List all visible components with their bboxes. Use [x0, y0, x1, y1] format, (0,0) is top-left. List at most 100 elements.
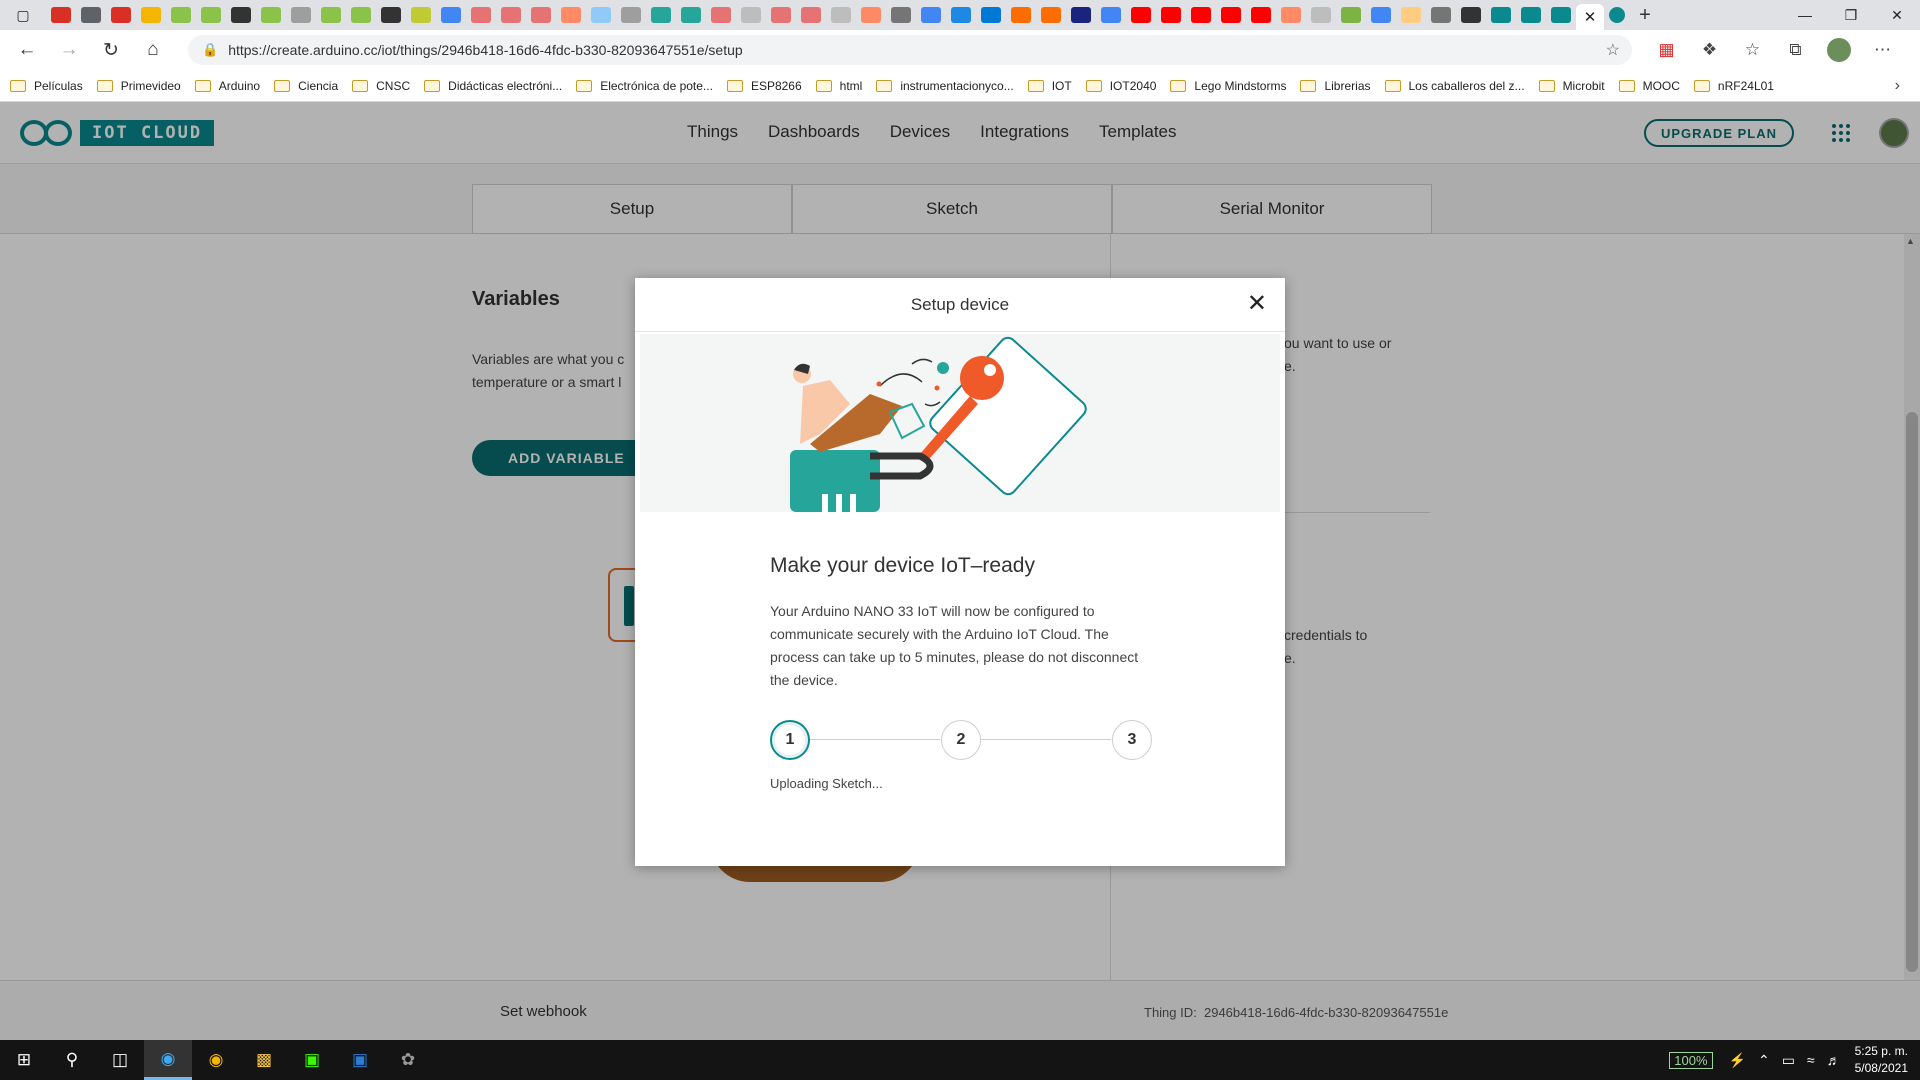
tab-favicon-icon[interactable] [681, 7, 701, 23]
tab-favicon-icon[interactable] [1401, 7, 1421, 23]
tab-favicon-icon[interactable] [1221, 7, 1241, 23]
tab-favicon-icon[interactable] [1191, 7, 1211, 23]
arduino-tab-favicon[interactable] [1609, 7, 1625, 23]
collections-icon[interactable]: ⧉ [1774, 30, 1817, 70]
battery-indicator[interactable]: 100% [1669, 1051, 1713, 1069]
url-field[interactable]: 🔒 https://create.arduino.cc/iot/things/2… [188, 35, 1632, 65]
tab-favicon-icon[interactable] [1311, 7, 1331, 23]
file-explorer-icon[interactable]: ▩ [240, 1040, 288, 1080]
app-icon[interactable]: ✿ [384, 1040, 432, 1080]
bookmark-folder[interactable]: IOT2040 [1085, 79, 1156, 93]
tab-favicon-icon[interactable] [111, 7, 131, 23]
reload-icon[interactable]: ↻ [90, 30, 132, 70]
close-icon[interactable]: ✕ [1247, 292, 1267, 316]
tab-favicon-icon[interactable] [1041, 7, 1061, 23]
restore-icon[interactable]: ❐ [1828, 0, 1874, 30]
tab-favicon-icon[interactable] [591, 7, 611, 23]
tab-favicon-icon[interactable] [501, 7, 521, 23]
tab-favicon-icon[interactable] [1341, 7, 1361, 23]
menu-icon[interactable]: ⋯ [1861, 30, 1904, 70]
extension-icon[interactable]: ▦ [1645, 30, 1688, 70]
profile-avatar[interactable] [1827, 38, 1851, 62]
tab-favicon-icon[interactable] [51, 7, 71, 23]
bookmark-folder[interactable]: Didácticas electróni... [424, 79, 562, 93]
new-tab-button[interactable]: + [1630, 4, 1660, 27]
battery-icon[interactable]: ▭ [1782, 1052, 1795, 1069]
tab-favicon-icon[interactable] [1461, 7, 1481, 23]
tab-favicon-icon[interactable] [201, 7, 221, 23]
windows-start-icon[interactable]: ⊞ [0, 1040, 48, 1080]
tray-expand-icon[interactable]: ⌃ [1758, 1052, 1770, 1069]
forward-icon[interactable]: → [48, 30, 90, 70]
tab-favicon-icon[interactable] [381, 7, 401, 23]
home-icon[interactable]: ⌂ [132, 30, 174, 70]
bookmark-folder[interactable]: Arduino [194, 79, 260, 93]
bookmark-folder[interactable]: MOOC [1618, 79, 1680, 93]
edge-browser-icon[interactable]: ◉ [144, 1040, 192, 1080]
tab-favicon-icon[interactable] [741, 7, 761, 23]
tab-favicon-icon[interactable] [711, 7, 731, 23]
word-icon[interactable]: ▣ [336, 1040, 384, 1080]
tab-favicon-icon[interactable] [141, 7, 161, 23]
bookmark-folder[interactable]: Ciencia [274, 79, 338, 93]
bookmark-folder[interactable]: Librerias [1300, 79, 1371, 93]
bookmark-folder[interactable]: Microbit [1538, 79, 1605, 93]
favorite-star-icon[interactable]: ☆ [1606, 40, 1620, 60]
tab-favicon-icon[interactable] [1101, 7, 1121, 23]
back-icon[interactable]: ← [6, 30, 48, 70]
bookmark-folder[interactable]: Lego Mindstorms [1170, 79, 1286, 93]
chrome-icon[interactable]: ◉ [192, 1040, 240, 1080]
minimize-icon[interactable]: — [1782, 0, 1828, 30]
tab-favicon-icon[interactable] [651, 7, 671, 23]
bookmark-folder[interactable]: Los caballeros del z... [1384, 79, 1525, 93]
clock[interactable]: 5:25 p. m. 5/08/2021 [1855, 1043, 1908, 1077]
bookmark-folder[interactable]: IOT [1027, 79, 1072, 93]
bookmark-folder[interactable]: CNSC [352, 79, 410, 93]
tab-favicon-icon[interactable] [411, 7, 431, 23]
bookmark-folder[interactable]: Primevideo [96, 79, 181, 93]
bookmark-folder[interactable]: Películas [10, 79, 83, 93]
tab-favicon-icon[interactable] [291, 7, 311, 23]
extensions-puzzle-icon[interactable]: ❖ [1688, 30, 1731, 70]
task-view-icon[interactable]: ◫ [96, 1040, 144, 1080]
tab-favicon-icon[interactable] [171, 7, 191, 23]
tab-favicon-icon[interactable] [771, 7, 791, 23]
tab-favicon-icon[interactable] [1281, 7, 1301, 23]
tab-favicon-icon[interactable] [831, 7, 851, 23]
tab-favicon-icon[interactable] [531, 7, 551, 23]
bookmark-folder[interactable]: ESP8266 [726, 79, 802, 93]
tab-favicon-icon[interactable] [1551, 7, 1571, 23]
bookmarks-more-icon[interactable]: › [1895, 77, 1900, 95]
tab-favicon-icon[interactable] [801, 7, 821, 23]
close-window-icon[interactable]: ✕ [1874, 0, 1920, 30]
tab-favicon-icon[interactable] [1011, 7, 1031, 23]
tab-favicon-icon[interactable] [441, 7, 461, 23]
tab-favicon-icon[interactable] [81, 7, 101, 23]
tab-favicon-icon[interactable] [1521, 7, 1541, 23]
search-icon[interactable]: ⚲ [48, 1040, 96, 1080]
tab-favicon-icon[interactable] [261, 7, 281, 23]
dreamweaver-icon[interactable]: ▣ [288, 1040, 336, 1080]
tab-favicon-icon[interactable] [471, 7, 491, 23]
tab-favicon-icon[interactable] [951, 7, 971, 23]
tab-actions-icon[interactable]: ▢ [0, 0, 46, 30]
wifi-icon[interactable]: ≈ [1807, 1052, 1815, 1068]
tab-favicon-icon[interactable] [621, 7, 641, 23]
tab-favicon-icon[interactable] [1161, 7, 1181, 23]
volume-icon[interactable]: ♬ [1827, 1052, 1841, 1068]
tab-favicon-icon[interactable] [351, 7, 371, 23]
tab-favicon-icon[interactable] [861, 7, 881, 23]
favorites-icon[interactable]: ☆ [1731, 30, 1774, 70]
tab-favicon-icon[interactable] [321, 7, 341, 23]
tab-favicon-icon[interactable] [1371, 7, 1391, 23]
tab-favicon-icon[interactable] [1071, 7, 1091, 23]
tab-favicon-icon[interactable] [561, 7, 581, 23]
tab-favicon-icon[interactable] [921, 7, 941, 23]
tab-favicon-icon[interactable] [1131, 7, 1151, 23]
bookmark-folder[interactable]: instrumentacionyco... [876, 79, 1014, 93]
tab-favicon-icon[interactable] [231, 7, 251, 23]
tab-favicon-icon[interactable] [891, 7, 911, 23]
tab-favicon-icon[interactable] [1491, 7, 1511, 23]
active-tab-close-icon[interactable]: ✕ [1576, 4, 1604, 30]
bookmark-folder[interactable]: nRF24L01 [1693, 79, 1774, 93]
